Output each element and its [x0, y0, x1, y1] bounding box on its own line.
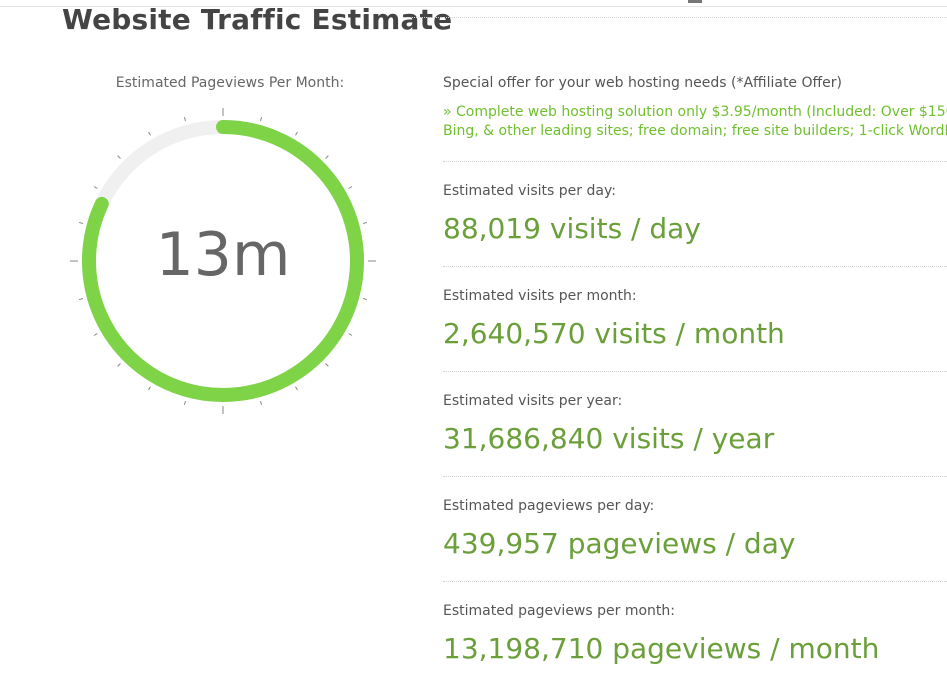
gauge-tick [117, 363, 121, 367]
pageviews-gauge: 13m [70, 108, 376, 414]
gauge-tick [362, 298, 368, 301]
pageviews-per-day-label: Estimated pageviews per day: [443, 498, 655, 514]
stat-divider [443, 476, 947, 477]
visits-per-month-value: 2,640,570 visits / month [443, 317, 785, 350]
offer-link-line-2[interactable]: Bing, & other leading sites; free domain… [443, 122, 947, 141]
pageviews-per-month-value: 13,198,710 pageviews / month [443, 632, 880, 665]
gauge-tick [295, 131, 298, 136]
gauge-tick [348, 186, 353, 189]
gauge-tick [148, 386, 151, 391]
title-divider [403, 17, 947, 18]
gauge-tick [148, 131, 151, 136]
gauge-tick [295, 386, 298, 391]
offer-link-line-1[interactable]: » Complete web hosting solution only $3.… [443, 103, 947, 122]
stat-divider [443, 266, 947, 267]
gauge-tick [78, 298, 84, 301]
gauge-tick [325, 363, 329, 367]
offer-divider [443, 161, 947, 162]
gauge-tick [93, 186, 98, 189]
gauge-tick [325, 155, 329, 159]
gauge-tick [183, 400, 186, 406]
gauge-tick [93, 333, 98, 336]
gauge-tick [117, 155, 121, 159]
gauge-tick [183, 116, 186, 122]
visits-per-year-value: 31,686,840 visits / year [443, 422, 775, 455]
page-title: Website Traffic Estimate [62, 3, 453, 36]
visits-per-month-label: Estimated visits per month: [443, 288, 637, 304]
visits-per-day-label: Estimated visits per day: [443, 183, 616, 199]
gauge-value: 13m [155, 220, 291, 290]
visits-per-day-value: 88,019 visits / day [443, 212, 701, 245]
offer-heading: Special offer for your web hosting needs… [443, 75, 842, 91]
top-edge-mark [688, 0, 702, 3]
gauge-label: Estimated Pageviews Per Month: [115, 75, 345, 91]
gauge-tick [348, 333, 353, 336]
stat-divider [443, 581, 947, 582]
visits-per-year-label: Estimated visits per year: [443, 393, 623, 409]
offer-link[interactable]: » Complete web hosting solution only $3.… [443, 103, 947, 141]
pageviews-per-month-label: Estimated pageviews per month: [443, 603, 675, 619]
gauge-tick [260, 400, 263, 406]
pageviews-per-day-value: 439,957 pageviews / day [443, 527, 796, 560]
stat-divider [443, 371, 947, 372]
gauge-tick [260, 116, 263, 122]
